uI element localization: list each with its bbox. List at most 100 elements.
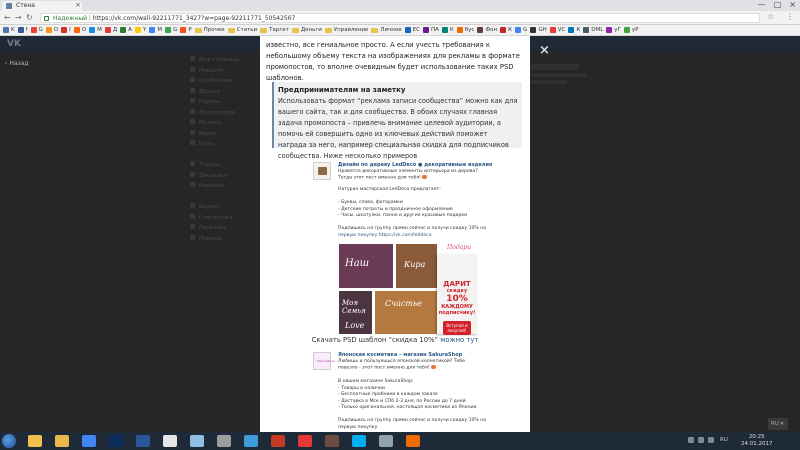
left-menu-item[interactable]: Полезное bbox=[190, 224, 250, 235]
plane-icon[interactable] bbox=[379, 435, 393, 447]
bookmark-favicon-icon bbox=[165, 27, 172, 33]
network-icon[interactable] bbox=[698, 437, 704, 443]
bookmark-favicon-icon bbox=[404, 27, 411, 33]
tab-title: Стена bbox=[16, 2, 35, 9]
bookmark-item[interactable]: I bbox=[61, 27, 71, 33]
left-menu-item[interactable]: Игры bbox=[190, 140, 250, 151]
bookmark-item[interactable]: ЕС bbox=[404, 27, 420, 33]
bookmark-item[interactable]: Деньги bbox=[291, 27, 322, 33]
notepad-icon[interactable] bbox=[163, 435, 177, 447]
bookmark-item[interactable]: M bbox=[149, 27, 162, 33]
bookmark-item[interactable]: уГ bbox=[606, 27, 621, 33]
pen-icon[interactable] bbox=[271, 435, 285, 447]
forward-arrow-icon[interactable]: → bbox=[15, 13, 22, 22]
language-selector[interactable]: RU ▾ bbox=[768, 418, 788, 430]
bookmark-star-icon[interactable]: ☆ bbox=[767, 12, 774, 21]
menu-icon[interactable]: ⋮ bbox=[786, 12, 794, 21]
reload-icon[interactable]: ↻ bbox=[26, 13, 33, 22]
bookmark-item[interactable]: Прочее bbox=[194, 27, 225, 33]
bookmark-favicon-icon bbox=[606, 27, 613, 33]
bookmark-item[interactable]: Р bbox=[180, 27, 192, 33]
left-menu-item[interactable]: Статистика bbox=[190, 213, 250, 225]
maximize-icon[interactable]: □ bbox=[774, 0, 782, 9]
vk-logo[interactable]: VK bbox=[7, 39, 21, 49]
close-window-icon[interactable]: × bbox=[789, 0, 796, 9]
left-menu-item[interactable]: Видео bbox=[190, 129, 250, 141]
post-author[interactable]: Дизайн по дереву LedDeco ● декоративные … bbox=[338, 162, 492, 168]
bookmark-item[interactable]: G bbox=[30, 27, 43, 33]
left-menu-item[interactable]: Помощь bbox=[190, 234, 250, 246]
community-avatar[interactable] bbox=[313, 162, 331, 180]
left-menu-item[interactable]: Сообщения bbox=[190, 77, 250, 88]
bookmark-item[interactable]: O bbox=[45, 27, 58, 33]
bookmark-item[interactable]: M bbox=[89, 27, 102, 33]
left-menu-item[interactable]: Закладки bbox=[190, 171, 250, 183]
promo-image[interactable]: Наш Кира Моя Семья Счастье Love Подари ДА… bbox=[339, 244, 477, 335]
bookmark-item[interactable]: K bbox=[3, 27, 15, 33]
bookmark-item[interactable]: G bbox=[515, 27, 527, 33]
word-icon[interactable] bbox=[136, 435, 150, 447]
bookmark-item[interactable]: DML bbox=[583, 27, 603, 33]
left-menu-item[interactable]: Группы bbox=[190, 98, 250, 109]
bookmark-item[interactable]: O bbox=[73, 27, 86, 33]
post-line: первую покупку bbox=[338, 424, 378, 430]
clock[interactable]: 20:25 24.01.2017 bbox=[741, 434, 773, 448]
bookmark-item[interactable]: Статьи bbox=[227, 27, 257, 33]
left-menu-item[interactable]: Бизнес bbox=[190, 203, 250, 214]
bookmark-item[interactable]: VC bbox=[549, 27, 565, 33]
bookmark-item[interactable]: бус bbox=[456, 27, 474, 33]
bookmark-item[interactable]: Фон bbox=[477, 27, 497, 33]
tool-icon[interactable] bbox=[217, 435, 231, 447]
bookmark-item[interactable]: Личное bbox=[371, 27, 402, 33]
folder-icon bbox=[371, 27, 379, 33]
volume-icon[interactable] bbox=[708, 437, 714, 443]
bookmark-item[interactable]: Таргет bbox=[260, 27, 289, 33]
bookmark-item[interactable]: f bbox=[17, 27, 28, 33]
left-menu-item[interactable]: Моя страница bbox=[190, 56, 250, 67]
bookmark-item[interactable]: К bbox=[500, 27, 512, 33]
skype-icon[interactable] bbox=[352, 435, 366, 447]
left-menu-item[interactable]: Фотографии bbox=[190, 108, 250, 120]
left-menu-item[interactable]: Друзья bbox=[190, 87, 250, 99]
paint-icon[interactable] bbox=[190, 435, 204, 447]
bookmark-item[interactable]: ПА bbox=[422, 27, 439, 33]
input-language[interactable]: RU bbox=[720, 437, 728, 443]
pdf-icon[interactable] bbox=[298, 435, 312, 447]
bookmark-favicon-icon bbox=[623, 27, 630, 33]
download-link[interactable]: можно тут bbox=[440, 336, 478, 344]
left-menu-item[interactable]: Новости bbox=[190, 66, 250, 78]
bookmark-item[interactable]: уР bbox=[623, 27, 638, 33]
minimize-icon[interactable]: — bbox=[758, 0, 766, 9]
folder-icon[interactable] bbox=[55, 435, 69, 447]
tab-close-icon[interactable]: × bbox=[75, 1, 81, 9]
left-menu-item[interactable] bbox=[190, 151, 250, 162]
back-link[interactable]: ‹ Назад bbox=[5, 60, 29, 67]
url-input[interactable]: Надежный | https://vk.com/wall-92211771_… bbox=[40, 13, 760, 23]
browser-tab[interactable]: Стена × bbox=[2, 1, 82, 11]
photoshop-icon[interactable] bbox=[109, 435, 123, 447]
back-arrow-icon[interactable]: ← bbox=[4, 13, 11, 22]
close-article-icon[interactable]: × bbox=[539, 43, 550, 58]
bookmark-item[interactable]: К bbox=[568, 27, 580, 33]
bookmark-item[interactable]: GH bbox=[530, 27, 547, 33]
calculator-icon[interactable] bbox=[406, 435, 420, 447]
url-text: https://vk.com/wall-92211771_3427?w=page… bbox=[92, 15, 296, 22]
left-menu-item[interactable] bbox=[190, 193, 250, 204]
bookmark-item[interactable]: Управление bbox=[324, 27, 368, 33]
explorer-icon[interactable] bbox=[28, 435, 42, 447]
left-menu-item[interactable]: Товары bbox=[190, 161, 250, 172]
bookmark-item[interactable]: К bbox=[441, 27, 454, 33]
bookmark-item[interactable]: Д bbox=[104, 27, 117, 33]
left-menu-item[interactable]: Музыка bbox=[190, 119, 250, 130]
tray-icon[interactable] bbox=[688, 437, 694, 443]
bookmark-item[interactable]: Y bbox=[134, 27, 146, 33]
bookmark-item[interactable]: А bbox=[120, 27, 132, 33]
chrome-icon[interactable] bbox=[82, 435, 96, 447]
left-menu-item[interactable]: Реклама bbox=[190, 182, 250, 193]
bookmark-item[interactable]: G bbox=[165, 27, 177, 33]
community-avatar[interactable]: SakuraShop bbox=[313, 352, 335, 370]
mail-icon[interactable] bbox=[244, 435, 258, 447]
start-icon[interactable] bbox=[2, 434, 16, 448]
archive-icon[interactable] bbox=[325, 435, 339, 447]
post-author[interactable]: Японская косметика – магазин SakuraShop bbox=[338, 352, 462, 358]
